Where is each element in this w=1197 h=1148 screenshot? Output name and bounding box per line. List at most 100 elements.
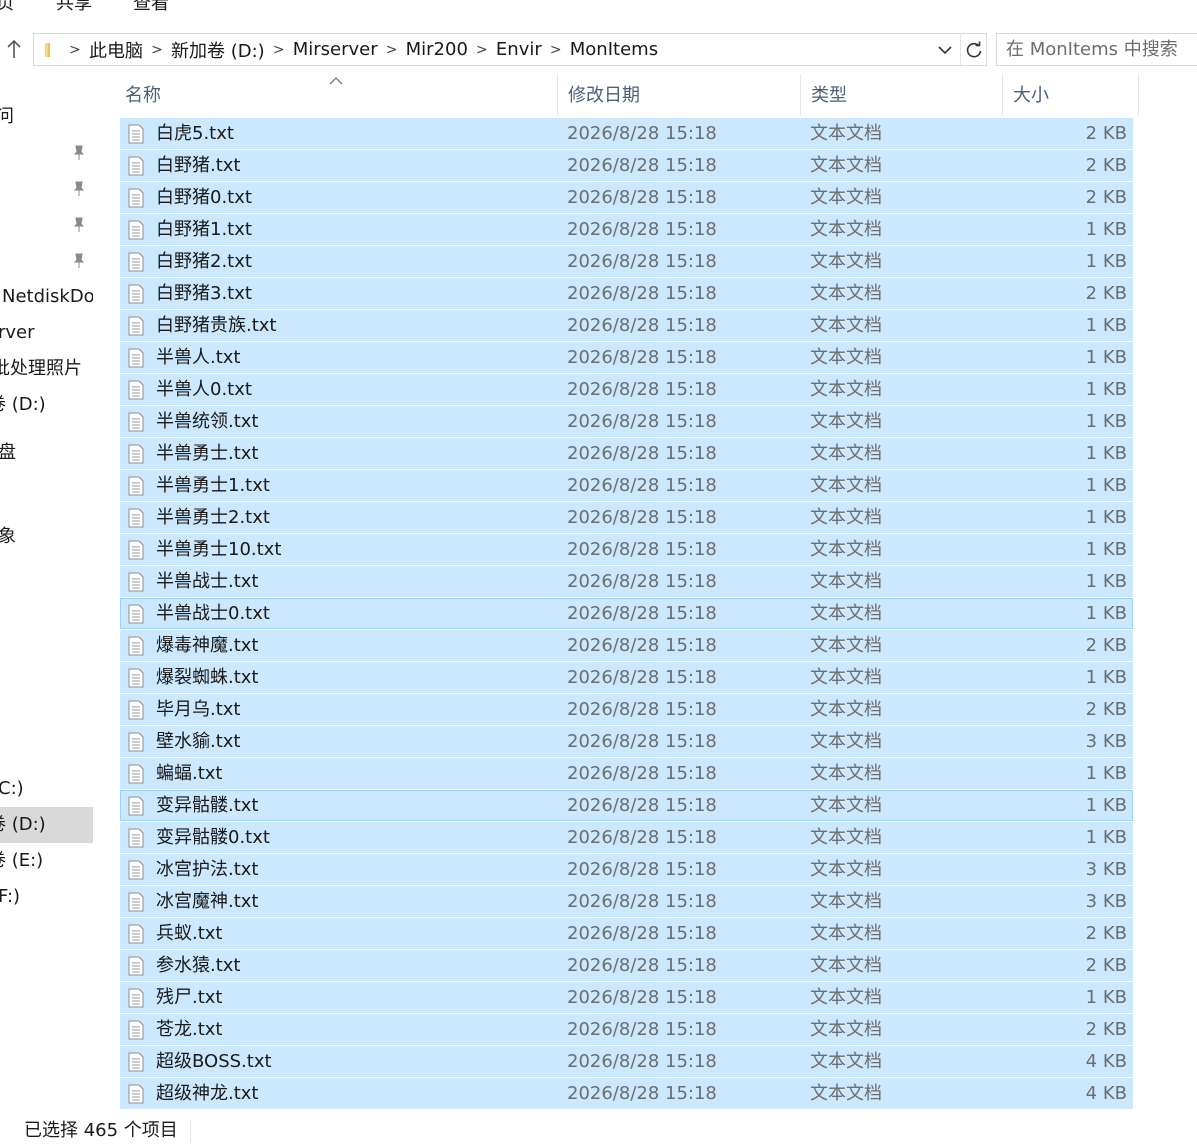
text-file-icon bbox=[128, 636, 144, 656]
file-row[interactable]: 毕月乌.txt 2026/8/28 15:18 文本文档 2 KB bbox=[120, 694, 1133, 726]
file-row[interactable]: 爆裂蜘蛛.txt 2026/8/28 15:18 文本文档 1 KB bbox=[120, 662, 1133, 694]
text-file-icon bbox=[128, 412, 144, 432]
file-row[interactable]: 半兽战士.txt 2026/8/28 15:18 文本文档 1 KB bbox=[120, 566, 1133, 598]
refresh-icon bbox=[966, 41, 982, 57]
file-type: 文本文档 bbox=[810, 315, 882, 336]
nav-item-mirserver[interactable]: rver bbox=[0, 315, 93, 351]
pin-icon[interactable] bbox=[70, 144, 88, 162]
file-row[interactable]: 变异骷髅0.txt 2026/8/28 15:18 文本文档 1 KB bbox=[120, 822, 1133, 854]
file-row[interactable]: 参水猿.txt 2026/8/28 15:18 文本文档 2 KB bbox=[120, 950, 1133, 982]
nav-item-drive-d[interactable]: 卷 (D:) bbox=[0, 807, 93, 843]
file-type: 文本文档 bbox=[810, 1051, 882, 1072]
file-row[interactable]: 残尸.txt 2026/8/28 15:18 文本文档 1 KB bbox=[120, 982, 1133, 1014]
file-row[interactable]: 冰宫护法.txt 2026/8/28 15:18 文本文档 3 KB bbox=[120, 854, 1133, 886]
file-row[interactable]: 半兽勇士.txt 2026/8/28 15:18 文本文档 1 KB bbox=[120, 438, 1133, 470]
file-row[interactable]: 白野猪2.txt 2026/8/28 15:18 文本文档 1 KB bbox=[120, 246, 1133, 278]
chevron-right-icon[interactable]: > bbox=[64, 42, 86, 58]
file-row[interactable]: 半兽人.txt 2026/8/28 15:18 文本文档 1 KB bbox=[120, 342, 1133, 374]
nav-item-label: NetdiskDo bbox=[2, 286, 93, 307]
text-file-icon bbox=[128, 188, 144, 208]
file-row[interactable]: 白野猪1.txt 2026/8/28 15:18 文本文档 1 KB bbox=[120, 214, 1133, 246]
file-row[interactable]: 半兽勇士10.txt 2026/8/28 15:18 文本文档 1 KB bbox=[120, 534, 1133, 566]
file-name: 半兽勇士1.txt bbox=[156, 475, 270, 496]
text-file-icon bbox=[128, 540, 144, 560]
chevron-right-icon[interactable]: > bbox=[545, 42, 567, 58]
pin-icon[interactable] bbox=[70, 180, 88, 198]
text-file-icon bbox=[128, 156, 144, 176]
nav-item-netdisk[interactable]: NetdiskDo bbox=[0, 279, 93, 315]
file-row[interactable]: 超级神龙.txt 2026/8/28 15:18 文本文档 4 KB bbox=[120, 1078, 1133, 1110]
nav-item-drive-f[interactable]: F:) bbox=[0, 879, 93, 915]
file-size: 1 KB bbox=[1085, 667, 1127, 688]
text-file-icon bbox=[128, 924, 144, 944]
file-row[interactable]: 壁水貐.txt 2026/8/28 15:18 文本文档 3 KB bbox=[120, 726, 1133, 758]
file-size: 1 KB bbox=[1085, 763, 1127, 784]
file-row[interactable]: 爆毒神魔.txt 2026/8/28 15:18 文本文档 2 KB bbox=[120, 630, 1133, 662]
file-row[interactable]: 超级BOSS.txt 2026/8/28 15:18 文本文档 4 KB bbox=[120, 1046, 1133, 1078]
file-row[interactable]: 兵蚁.txt 2026/8/28 15:18 文本文档 2 KB bbox=[120, 918, 1133, 950]
file-type: 文本文档 bbox=[810, 347, 882, 368]
chevron-right-icon[interactable]: > bbox=[471, 42, 493, 58]
search-box[interactable] bbox=[996, 33, 1197, 66]
file-row[interactable]: 白虎5.txt 2026/8/28 15:18 文本文档 2 KB bbox=[120, 118, 1133, 150]
file-row[interactable]: 蝙蝠.txt 2026/8/28 15:18 文本文档 1 KB bbox=[120, 758, 1133, 790]
column-header-type[interactable]: 类型 bbox=[801, 74, 1003, 116]
chevron-right-icon[interactable]: > bbox=[381, 42, 403, 58]
file-row[interactable]: 半兽统领.txt 2026/8/28 15:18 文本文档 1 KB bbox=[120, 406, 1133, 438]
file-row[interactable]: 半兽勇士1.txt 2026/8/28 15:18 文本文档 1 KB bbox=[120, 470, 1133, 502]
search-input[interactable] bbox=[997, 34, 1197, 65]
file-row[interactable]: 半兽勇士2.txt 2026/8/28 15:18 文本文档 1 KB bbox=[120, 502, 1133, 534]
nav-item-objects[interactable]: 象 bbox=[0, 519, 93, 555]
file-row[interactable]: 半兽战士0.txt 2026/8/28 15:18 文本文档 1 KB bbox=[120, 598, 1133, 630]
file-list[interactable]: 白虎5.txt 2026/8/28 15:18 文本文档 2 KB 白野猪.txt 202… bbox=[120, 118, 1133, 1110]
breadcrumb-mirserver[interactable]: Mirserver bbox=[290, 39, 381, 60]
text-file-icon bbox=[128, 1020, 144, 1040]
text-file-icon bbox=[128, 476, 144, 496]
up-button[interactable] bbox=[0, 34, 28, 64]
file-row[interactable]: 白野猪0.txt 2026/8/28 15:18 文本文档 2 KB bbox=[120, 182, 1133, 214]
chevron-right-icon[interactable]: > bbox=[146, 42, 168, 58]
breadcrumb-drive-d[interactable]: 新加卷 (D:) bbox=[168, 37, 268, 63]
file-type: 文本文档 bbox=[810, 667, 882, 688]
column-header-name[interactable]: 名称 bbox=[115, 74, 558, 116]
column-header-date[interactable]: 修改日期 bbox=[558, 74, 801, 116]
column-header-size[interactable]: 大小 bbox=[1003, 74, 1139, 116]
file-row[interactable]: 半兽人0.txt 2026/8/28 15:18 文本文档 1 KB bbox=[120, 374, 1133, 406]
breadcrumb-monitems[interactable]: MonItems bbox=[567, 39, 661, 60]
pin-icon[interactable] bbox=[70, 252, 88, 270]
pin-icon[interactable] bbox=[70, 216, 88, 234]
file-type: 文本文档 bbox=[810, 923, 882, 944]
nav-item-drive-c[interactable]: C:) bbox=[0, 771, 93, 807]
breadcrumb-this-pc[interactable]: 此电脑 bbox=[86, 37, 146, 63]
breadcrumb-envir[interactable]: Envir bbox=[493, 39, 545, 60]
file-type: 文本文档 bbox=[810, 411, 882, 432]
file-modified-date: 2026/8/28 15:18 bbox=[567, 155, 717, 176]
address-bar[interactable]: > 此电脑 > 新加卷 (D:) > Mirserver > Mir200 > … bbox=[33, 33, 987, 66]
refresh-button[interactable] bbox=[960, 34, 987, 65]
ribbon-tab-home[interactable]: 页 bbox=[0, 0, 14, 16]
nav-item-label: 批处理照片 bbox=[0, 358, 82, 379]
nav-item-quick-access[interactable]: 问 bbox=[0, 99, 93, 135]
nav-item-disk[interactable]: 盘 bbox=[0, 435, 93, 471]
file-row[interactable]: 白野猪贵族.txt 2026/8/28 15:18 文本文档 1 KB bbox=[120, 310, 1133, 342]
file-size: 3 KB bbox=[1085, 731, 1127, 752]
nav-item-volume-d-quick[interactable]: 卷 (D:) bbox=[0, 387, 93, 423]
chevron-right-icon[interactable]: > bbox=[268, 42, 290, 58]
ribbon-tab-view[interactable]: 查看 bbox=[133, 0, 169, 16]
navigation-pane[interactable]: 问 NetdiskDo rver 批处理照片 卷 (D:) 盘 象 C:) 卷 … bbox=[0, 68, 95, 1113]
file-type: 文本文档 bbox=[810, 763, 882, 784]
nav-item-drive-e[interactable]: 卷 (E:) bbox=[0, 843, 93, 879]
file-row[interactable]: 苍龙.txt 2026/8/28 15:18 文本文档 2 KB bbox=[120, 1014, 1133, 1046]
nav-item-batch-photos[interactable]: 批处理照片 bbox=[0, 351, 93, 387]
breadcrumb: > 此电脑 > 新加卷 (D:) > Mirserver > Mir200 > … bbox=[64, 34, 661, 65]
file-row[interactable]: 冰宫魔神.txt 2026/8/28 15:18 文本文档 3 KB bbox=[120, 886, 1133, 918]
breadcrumb-mir200[interactable]: Mir200 bbox=[403, 39, 471, 60]
file-type: 文本文档 bbox=[810, 123, 882, 144]
file-row[interactable]: 白野猪3.txt 2026/8/28 15:18 文本文档 2 KB bbox=[120, 278, 1133, 310]
address-dropdown-button[interactable] bbox=[934, 40, 956, 60]
file-name: 冰宫魔神.txt bbox=[156, 891, 259, 912]
file-row[interactable]: 变异骷髅.txt 2026/8/28 15:18 文本文档 1 KB bbox=[120, 790, 1133, 822]
file-type: 文本文档 bbox=[810, 539, 882, 560]
ribbon-tab-share[interactable]: 共享 bbox=[56, 0, 92, 16]
file-row[interactable]: 白野猪.txt 2026/8/28 15:18 文本文档 2 KB bbox=[120, 150, 1133, 182]
